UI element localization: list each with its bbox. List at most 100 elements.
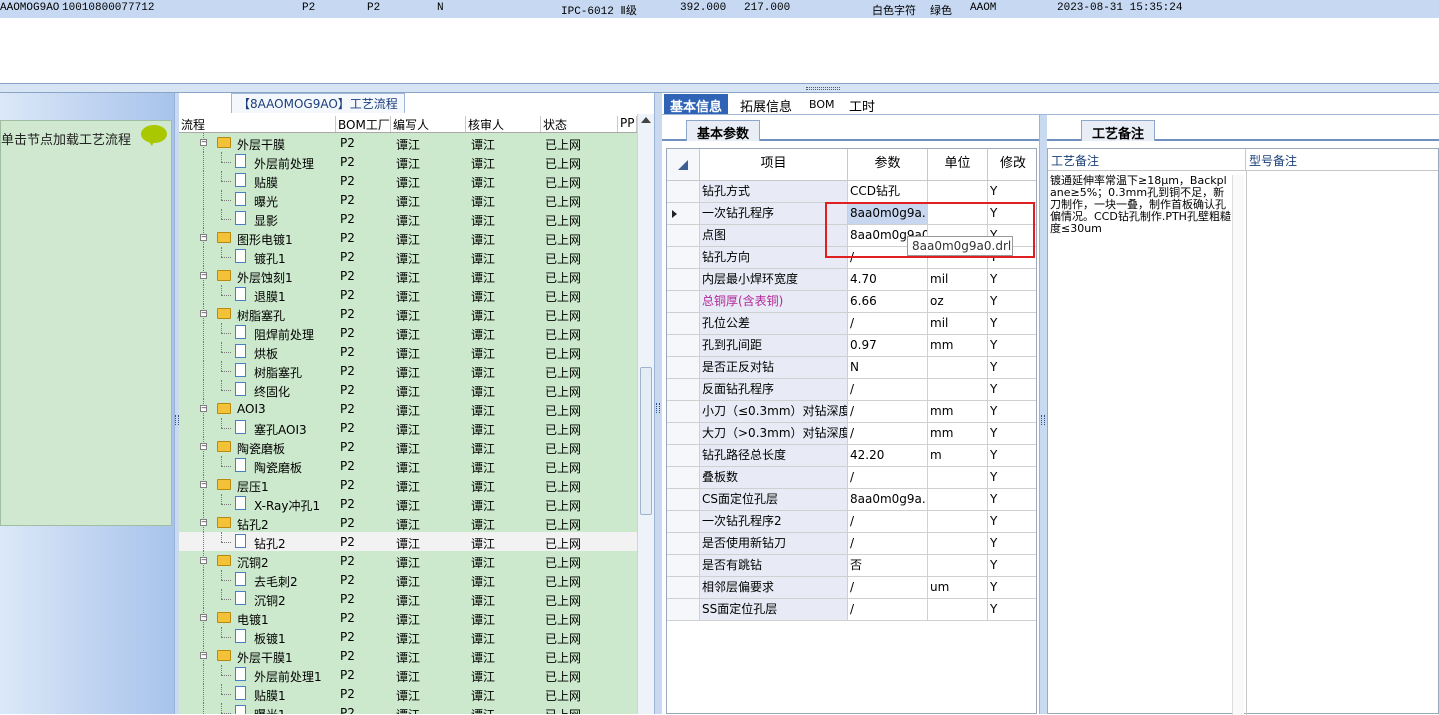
- param-row[interactable]: 叠板数 / Y: [667, 467, 1036, 489]
- param-edit[interactable]: Y: [988, 401, 1036, 423]
- param-unit[interactable]: [928, 599, 988, 621]
- param-row[interactable]: 钻孔路径总长度 42.20 m Y: [667, 445, 1036, 467]
- flow-row[interactable]: 终固化 P2 谭江 谭江 已上网: [179, 380, 637, 399]
- collapse-toggle-icon[interactable]: −: [200, 519, 207, 526]
- param-value[interactable]: 8aa0m0g9a...: [848, 489, 928, 511]
- scroll-thumb[interactable]: [640, 367, 652, 515]
- param-unit[interactable]: [928, 555, 988, 577]
- col-header-pp[interactable]: PP: [618, 116, 637, 132]
- flow-row[interactable]: − 电镀1 P2 谭江 谭江 已上网: [179, 608, 637, 627]
- row-header[interactable]: [667, 467, 700, 489]
- flow-row[interactable]: 外层前处理1 P2 谭江 谭江 已上网: [179, 665, 637, 684]
- col-header-flow[interactable]: 流程: [179, 116, 336, 132]
- row-header[interactable]: [667, 181, 700, 203]
- param-edit[interactable]: Y: [988, 313, 1036, 335]
- row-header[interactable]: [667, 291, 700, 313]
- flow-row[interactable]: 镀孔1 P2 谭江 谭江 已上网: [179, 247, 637, 266]
- param-row[interactable]: 孔到孔间距 0.97 mm Y: [667, 335, 1036, 357]
- col-header-param[interactable]: 参数: [848, 149, 928, 181]
- param-edit[interactable]: Y: [988, 269, 1036, 291]
- param-value[interactable]: 0.97: [848, 335, 928, 357]
- param-edit[interactable]: Y: [988, 335, 1036, 357]
- param-edit[interactable]: Y: [988, 291, 1036, 313]
- param-unit[interactable]: [928, 533, 988, 555]
- flow-row[interactable]: 塞孔AOI3 P2 谭江 谭江 已上网: [179, 418, 637, 437]
- param-row[interactable]: 大刀（>0.3mm）对钻深度 / mm Y: [667, 423, 1036, 445]
- param-row[interactable]: 是否正反对钻 N Y: [667, 357, 1036, 379]
- param-row[interactable]: 反面钻孔程序 / Y: [667, 379, 1036, 401]
- param-value[interactable]: /: [848, 599, 928, 621]
- param-value[interactable]: 42.20: [848, 445, 928, 467]
- flow-row[interactable]: − 外层干膜1 P2 谭江 谭江 已上网: [179, 646, 637, 665]
- row-header[interactable]: [667, 533, 700, 555]
- collapse-handle-icon[interactable]: [1041, 415, 1045, 425]
- flow-row[interactable]: 去毛刺2 P2 谭江 谭江 已上网: [179, 570, 637, 589]
- param-value[interactable]: /: [848, 467, 928, 489]
- param-value[interactable]: /: [848, 423, 928, 445]
- row-header[interactable]: [667, 423, 700, 445]
- param-value[interactable]: /: [848, 511, 928, 533]
- row-header[interactable]: [667, 489, 700, 511]
- param-edit[interactable]: Y: [988, 357, 1036, 379]
- param-edit[interactable]: Y: [988, 599, 1036, 621]
- flow-row[interactable]: 曝光 P2 谭江 谭江 已上网: [179, 190, 637, 209]
- tab-work-hours[interactable]: 工时: [843, 94, 881, 115]
- collapse-toggle-icon[interactable]: −: [200, 139, 207, 146]
- flow-tree-grid[interactable]: 流程 BOM工厂 编写人 核审人 状态 PP − 外层干膜 P2 谭江 谭江 已上网 外层前…: [179, 114, 637, 714]
- param-value[interactable]: N: [848, 357, 928, 379]
- param-unit[interactable]: mm: [928, 335, 988, 357]
- param-row[interactable]: 内层最小焊环宽度 4.70 mil Y: [667, 269, 1036, 291]
- tab-process-remarks[interactable]: 工艺备注: [1081, 120, 1156, 142]
- row-header[interactable]: [667, 203, 700, 225]
- param-value[interactable]: /: [848, 533, 928, 555]
- tab-basic-params[interactable]: 基本参数: [686, 120, 761, 142]
- process-remark-text[interactable]: 镀通延伸率常温下≥18μm，Backplane≥5%；0.3mm孔到铜不足，新刀…: [1050, 175, 1232, 235]
- param-value[interactable]: 否: [848, 555, 928, 577]
- collapse-toggle-icon[interactable]: −: [200, 443, 207, 450]
- col-header-item[interactable]: 项目: [700, 149, 848, 181]
- col-header-model-remark[interactable]: 型号备注: [1246, 149, 1438, 171]
- flow-row[interactable]: 外层前处理 P2 谭江 谭江 已上网: [179, 152, 637, 171]
- param-unit[interactable]: m: [928, 445, 988, 467]
- param-edit[interactable]: Y: [988, 181, 1036, 203]
- flow-row[interactable]: 陶瓷磨板 P2 谭江 谭江 已上网: [179, 456, 637, 475]
- param-value[interactable]: /: [848, 401, 928, 423]
- flow-row[interactable]: 树脂塞孔 P2 谭江 谭江 已上网: [179, 361, 637, 380]
- row-header[interactable]: [667, 445, 700, 467]
- param-unit[interactable]: um: [928, 577, 988, 599]
- col-header-edit[interactable]: 修改: [988, 149, 1036, 181]
- param-value[interactable]: CCD钻孔: [848, 181, 928, 203]
- flow-row[interactable]: 退膜1 P2 谭江 谭江 已上网: [179, 285, 637, 304]
- param-unit[interactable]: mil: [928, 313, 988, 335]
- param-row[interactable]: 钻孔方式 CCD钻孔 Y: [667, 181, 1036, 203]
- collapse-toggle-icon[interactable]: −: [200, 405, 207, 412]
- param-unit[interactable]: [928, 489, 988, 511]
- param-edit[interactable]: Y: [988, 423, 1036, 445]
- row-header[interactable]: [667, 225, 700, 247]
- middle-splitter[interactable]: [654, 93, 662, 714]
- collapse-toggle-icon[interactable]: −: [200, 310, 207, 317]
- param-value[interactable]: /: [848, 379, 928, 401]
- param-row[interactable]: 相邻层偏要求 / um Y: [667, 577, 1036, 599]
- param-unit[interactable]: mm: [928, 423, 988, 445]
- param-edit[interactable]: Y: [988, 511, 1036, 533]
- param-edit[interactable]: Y: [988, 533, 1036, 555]
- flow-row[interactable]: 板镀1 P2 谭江 谭江 已上网: [179, 627, 637, 646]
- collapse-toggle-icon[interactable]: −: [200, 614, 207, 621]
- remark-scrollbar[interactable]: [1232, 175, 1244, 715]
- param-value[interactable]: /: [848, 313, 928, 335]
- scroll-up-icon[interactable]: [641, 117, 651, 123]
- flow-row[interactable]: 沉铜2 P2 谭江 谭江 已上网: [179, 589, 637, 608]
- col-header-process-remark[interactable]: 工艺备注: [1048, 149, 1246, 171]
- flow-row[interactable]: 钻孔2 P2 谭江 谭江 已上网: [179, 532, 637, 551]
- collapse-handle-icon[interactable]: [656, 403, 660, 413]
- collapse-toggle-icon[interactable]: −: [200, 234, 207, 241]
- param-value[interactable]: /: [848, 577, 928, 599]
- collapse-toggle-icon[interactable]: −: [200, 481, 207, 488]
- tab-extended-info[interactable]: 拓展信息: [734, 94, 798, 115]
- row-header[interactable]: [667, 555, 700, 577]
- flow-row[interactable]: 烘板 P2 谭江 谭江 已上网: [179, 342, 637, 361]
- param-edit[interactable]: Y: [988, 555, 1036, 577]
- row-header[interactable]: [667, 379, 700, 401]
- param-edit[interactable]: Y: [988, 489, 1036, 511]
